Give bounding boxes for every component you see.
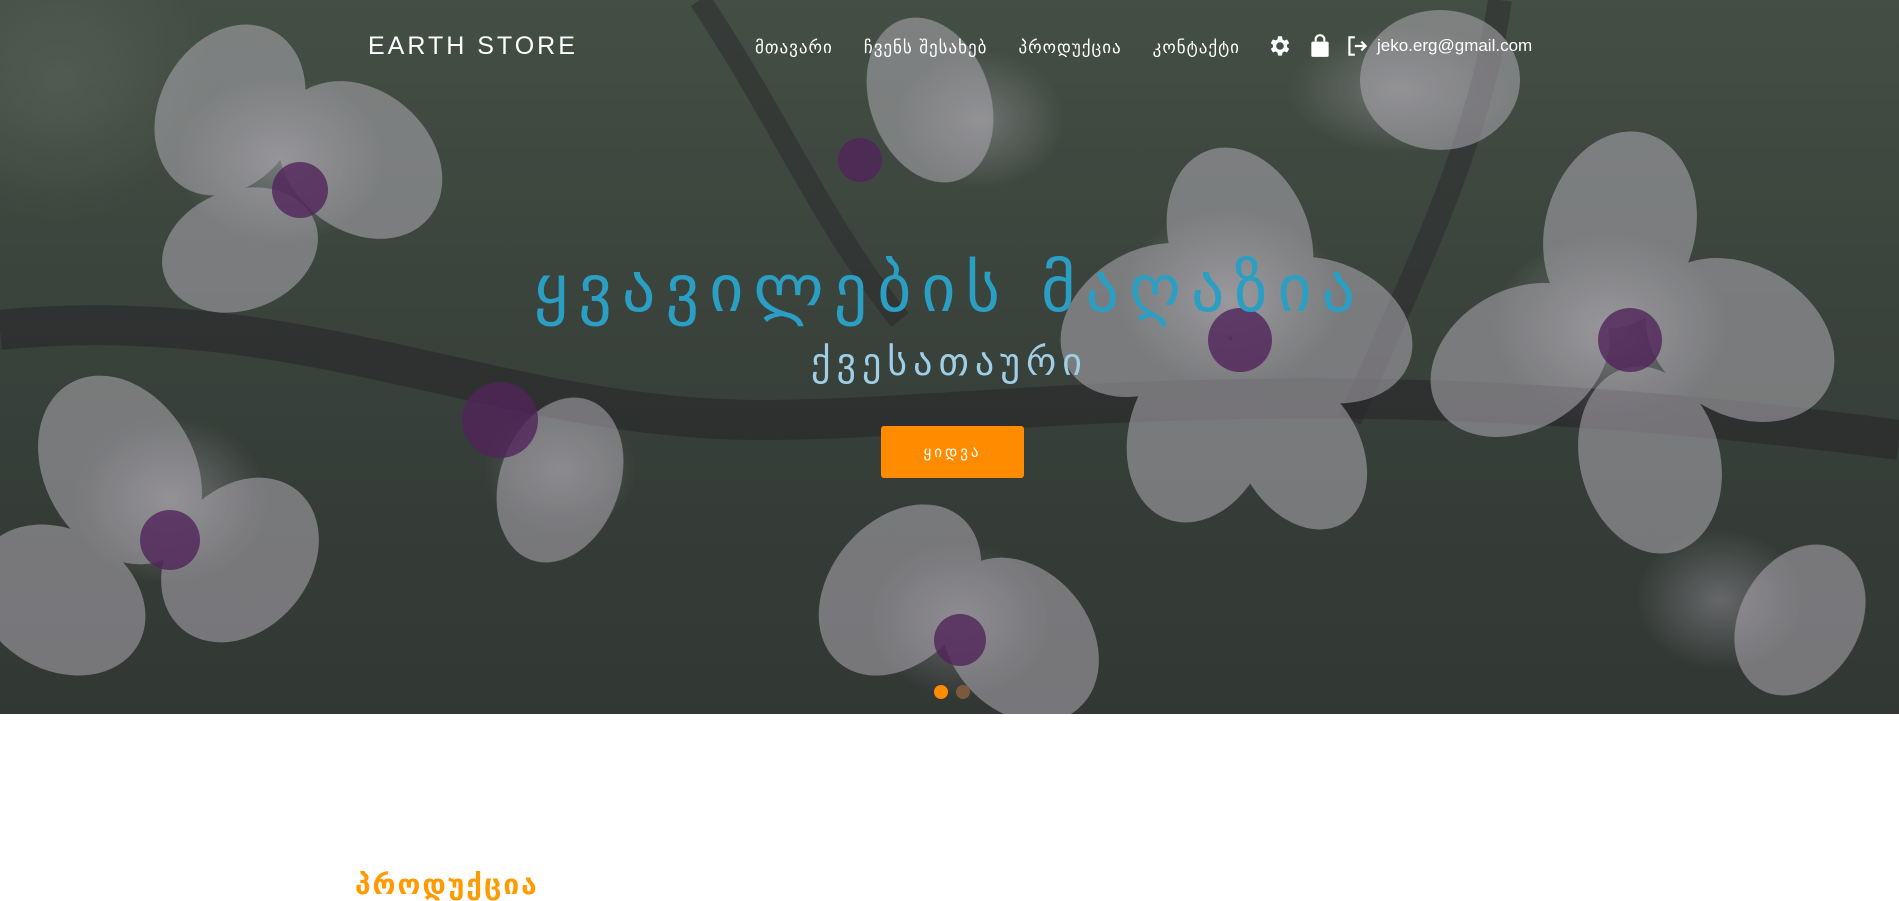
brand-logo[interactable]: EARTH STORE (368, 32, 578, 61)
carousel-dot-1[interactable] (934, 685, 948, 699)
nav-item-about[interactable]: ჩვენს შესახებ (864, 38, 988, 58)
user-email[interactable]: jeko.erg@gmail.com (1377, 36, 1532, 56)
main-nav: მთავარი ჩვენს შესახებ პროდუქცია კონტაქტი (755, 38, 1240, 58)
gear-icon[interactable] (1267, 33, 1293, 59)
buy-button[interactable]: ყიდვა (881, 426, 1024, 478)
sign-out-icon[interactable] (1344, 33, 1370, 59)
nav-item-contact[interactable]: კონტაქტი (1153, 38, 1240, 58)
hero-subtitle: ქვესათაური (811, 340, 1088, 384)
shopping-bag-icon[interactable] (1307, 33, 1333, 59)
carousel-dot-2[interactable] (956, 685, 970, 699)
nav-item-home[interactable]: მთავარი (755, 38, 833, 58)
carousel-indicators (934, 685, 970, 699)
hero-title: ყვავილების მაღაზია (533, 250, 1366, 327)
nav-item-products[interactable]: პროდუქცია (1018, 38, 1121, 58)
